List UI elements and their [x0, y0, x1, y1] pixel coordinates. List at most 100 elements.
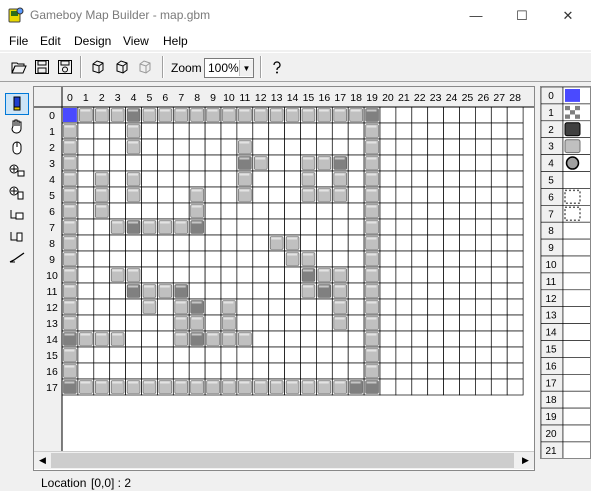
- map-cell[interactable]: [490, 154, 508, 172]
- menu-edit[interactable]: Edit: [36, 31, 65, 51]
- map-cell[interactable]: [347, 298, 365, 316]
- map-cell[interactable]: [284, 154, 301, 172]
- map-cell[interactable]: [268, 330, 285, 348]
- map-cell[interactable]: [93, 346, 111, 364]
- map-cell[interactable]: [157, 362, 174, 380]
- delete-row-icon[interactable]: [5, 203, 29, 225]
- map-cell[interactable]: [506, 186, 524, 204]
- map-cell[interactable]: [268, 266, 285, 284]
- map-cell[interactable]: [77, 186, 95, 204]
- chevron-down-icon[interactable]: ▼: [239, 60, 253, 76]
- map-cell[interactable]: [252, 234, 270, 252]
- copy-icon[interactable]: [88, 57, 108, 77]
- map-cell[interactable]: [411, 154, 429, 172]
- map-cell[interactable]: [506, 218, 524, 236]
- map-cell[interactable]: [188, 234, 206, 252]
- map-cell[interactable]: [188, 122, 206, 140]
- map-cell[interactable]: [395, 378, 413, 396]
- map-cell[interactable]: [157, 170, 174, 188]
- tile-palette[interactable]: 0 1 2 3 4 5 6 7 8 9 10 11 12 13 14 15 16 17 18 19 20 21: [540, 86, 591, 459]
- palette-tile-cell[interactable]: [562, 289, 591, 308]
- map-cell[interactable]: [443, 250, 460, 268]
- map-cell[interactable]: [77, 138, 95, 156]
- map-cell[interactable]: [268, 250, 285, 268]
- map-cell[interactable]: [347, 346, 365, 364]
- map-cell[interactable]: [490, 346, 508, 364]
- map-cell[interactable]: [427, 266, 444, 284]
- map-cell[interactable]: [347, 330, 365, 348]
- map-cell[interactable]: [475, 330, 492, 348]
- scrollbar-thumb[interactable]: [51, 453, 514, 468]
- map-cell[interactable]: [188, 282, 206, 300]
- palette-tile-cell[interactable]: [562, 390, 591, 409]
- map-cell[interactable]: [475, 106, 492, 124]
- map-cell[interactable]: [204, 138, 222, 156]
- pencil-icon[interactable]: [5, 93, 29, 115]
- map-cell[interactable]: [395, 314, 413, 332]
- map-cell[interactable]: [427, 202, 444, 220]
- map-cell[interactable]: [236, 266, 254, 284]
- map-cell[interactable]: [284, 362, 301, 380]
- map-cell[interactable]: [268, 346, 285, 364]
- map-cell[interactable]: [236, 282, 254, 300]
- map-cell[interactable]: [379, 138, 397, 156]
- map-cell[interactable]: [427, 362, 444, 380]
- map-cell[interactable]: [157, 250, 174, 268]
- map-cell[interactable]: [379, 154, 397, 172]
- map-cell[interactable]: [204, 346, 222, 364]
- map-cell[interactable]: [427, 106, 444, 124]
- map-cell[interactable]: [141, 234, 158, 252]
- map-cell[interactable]: [157, 138, 174, 156]
- map-cell[interactable]: [490, 250, 508, 268]
- map-cell[interactable]: [141, 250, 158, 268]
- map-cell[interactable]: [236, 202, 254, 220]
- map-cell[interactable]: [188, 362, 206, 380]
- map-cell[interactable]: [268, 298, 285, 316]
- map-cell[interactable]: [188, 138, 206, 156]
- map-cell[interactable]: [347, 186, 365, 204]
- map-cell[interactable]: [331, 346, 349, 364]
- map-cell[interactable]: [204, 282, 222, 300]
- map-cell[interactable]: [443, 154, 460, 172]
- palette-tile-cell[interactable]: [562, 272, 591, 291]
- map-cell[interactable]: [316, 298, 333, 316]
- map-cell[interactable]: [77, 122, 95, 140]
- palette-tile-cell[interactable]: [562, 340, 591, 358]
- map-cell[interactable]: [316, 122, 333, 140]
- palette-tile-cell[interactable]: [562, 255, 591, 274]
- map-cell[interactable]: [77, 282, 95, 300]
- map-cell[interactable]: [459, 362, 476, 380]
- map-cell[interactable]: [475, 298, 492, 316]
- map-cell[interactable]: [411, 122, 429, 140]
- map-cell[interactable]: [347, 202, 365, 220]
- map-cell[interactable]: [93, 218, 111, 236]
- map-cell[interactable]: [443, 202, 460, 220]
- map-cell[interactable]: [300, 346, 317, 364]
- map-cell[interactable]: [125, 346, 142, 364]
- map-cell[interactable]: [411, 106, 429, 124]
- map-cell[interactable]: [252, 330, 270, 348]
- map-cell[interactable]: [172, 186, 190, 204]
- map-cell[interactable]: [411, 282, 429, 300]
- map-cell[interactable]: [300, 138, 317, 156]
- zoom-select[interactable]: 100% ▼: [204, 58, 254, 78]
- map-cell[interactable]: [395, 362, 413, 380]
- map-cell[interactable]: [125, 314, 142, 332]
- check-icon[interactable]: [5, 247, 29, 269]
- map-cell[interactable]: [395, 202, 413, 220]
- map-cell[interactable]: [459, 138, 476, 156]
- map-cell[interactable]: [141, 138, 158, 156]
- map-cell[interactable]: [157, 266, 174, 284]
- map-cell[interactable]: [459, 250, 476, 268]
- map-cell[interactable]: [459, 266, 476, 284]
- map-cell[interactable]: [93, 266, 111, 284]
- map-cell[interactable]: [268, 362, 285, 380]
- map-cell[interactable]: [316, 362, 333, 380]
- map-cell[interactable]: [443, 298, 460, 316]
- map-cell[interactable]: [475, 154, 492, 172]
- map-cell[interactable]: [490, 330, 508, 348]
- close-button[interactable]: ✕: [545, 0, 591, 31]
- map-cell[interactable]: [316, 218, 333, 236]
- map-cell[interactable]: [443, 330, 460, 348]
- map-cell[interactable]: [395, 186, 413, 204]
